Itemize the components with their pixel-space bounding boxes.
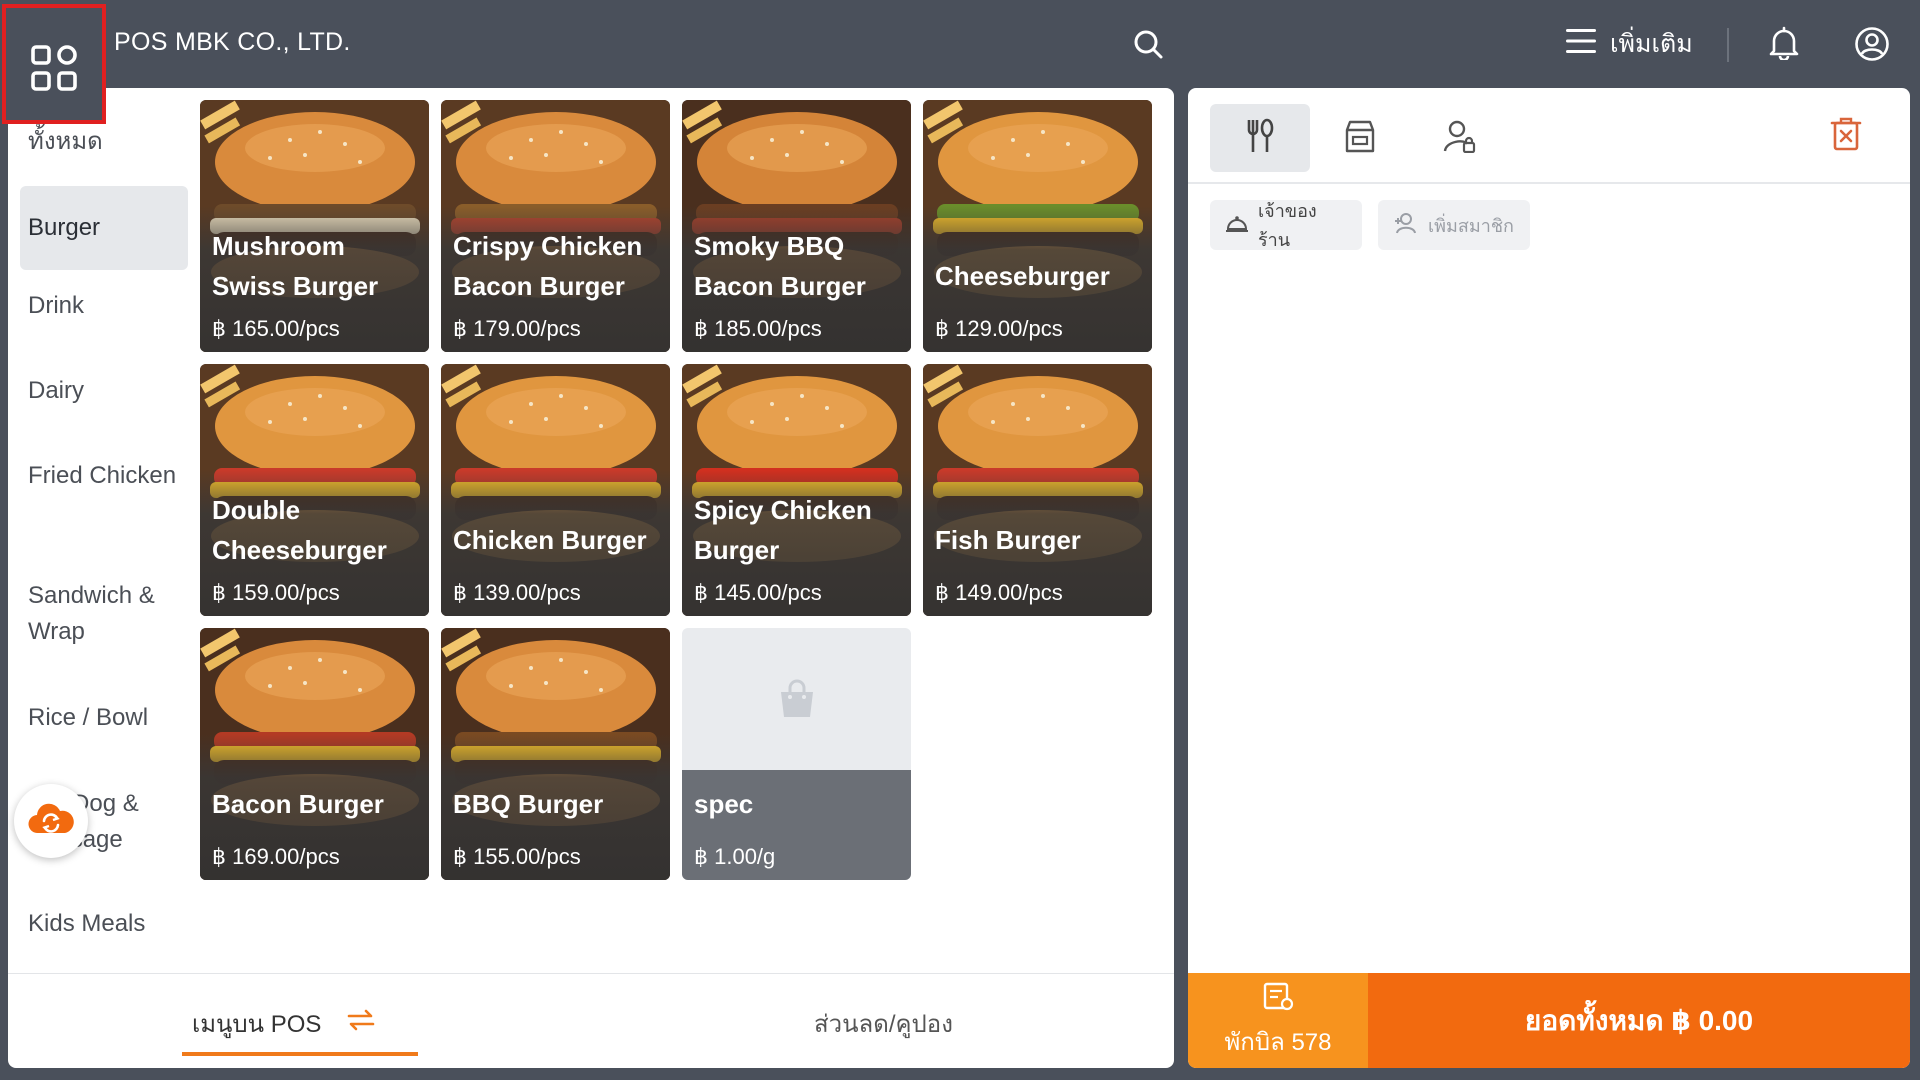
product-name: Double Cheeseburger [212,495,387,565]
clear-order-trash-icon[interactable] [1830,116,1862,157]
product-price: ฿ 145.00/pcs [694,580,822,605]
product-name: BBQ Burger [453,789,604,819]
product-price: ฿ 165.00/pcs [212,316,340,341]
active-tab-indicator [182,1052,418,1056]
product-card[interactable]: Fish Burger ฿ 149.00/pcs [923,364,1152,616]
product-price: ฿ 185.00/pcs [694,316,822,341]
cloud-sync-icon [28,801,74,842]
mode-dine-in[interactable] [1210,104,1310,172]
category-drink[interactable]: Drink [20,288,188,324]
product-price: ฿ 169.00/pcs [212,844,340,869]
shopping-bag-icon [776,678,818,725]
user-circle-icon[interactable] [1854,26,1890,67]
store-owner-label: เจ้าของร้าน [1258,201,1317,250]
total-checkout-button[interactable]: ยอดทั้งหมด ฿ 0.00 [1368,973,1910,1068]
apps-grid-button[interactable] [2,4,106,124]
more-label: เพิ่มเติม [1610,30,1693,58]
product-name: Chicken Burger [453,525,647,555]
product-name: Smoky BBQ Bacon Burger [694,231,866,301]
more-menu-button[interactable]: เพิ่มเติม [1566,22,1693,66]
mode-customer[interactable] [1410,104,1510,172]
cloche-icon [1226,213,1248,238]
product-name: Spicy Chicken Burger [694,495,872,565]
menu-panel: ทั้งหมด Burger Drink Dairy Fried Chicken… [8,88,1174,1068]
order-panel: เจ้าของร้าน เพิ่มสมาชิก พักบิล 578 ยอดทั… [1188,88,1910,1068]
customer-icon [1443,119,1477,158]
category-kids-meals[interactable]: Kids Meals [20,906,188,942]
tab-pos-menu-label: เมนูบน POS [192,1011,322,1038]
search-icon[interactable] [1132,28,1164,65]
category-fried-chicken[interactable]: Fried Chicken [20,458,188,494]
order-mode-bar [1188,88,1910,184]
product-name: Fish Burger [935,525,1081,555]
hold-bill-label: พักบิล 578 [1224,1028,1332,1056]
product-card[interactable]: Smoky BBQ Bacon Burger ฿ 185.00/pcs [682,100,911,352]
tab-pos-menu[interactable]: เมนูบน POS [192,1004,375,1043]
dine-in-icon [1245,118,1275,159]
product-card[interactable]: BBQ Burger ฿ 155.00/pcs [441,628,670,880]
category-dairy[interactable]: Dairy [20,373,188,409]
mode-takeaway[interactable] [1310,104,1410,172]
divider [1727,28,1729,62]
product-card[interactable]: Chicken Burger ฿ 139.00/pcs [441,364,670,616]
product-name: spec [694,789,754,819]
product-card[interactable]: Crispy Chicken Bacon Burger ฿ 179.00/pcs [441,100,670,352]
product-card[interactable]: Double Cheeseburger ฿ 159.00/pcs [200,364,429,616]
bell-icon[interactable] [1768,26,1800,65]
brand-name: POS MBK CO., LTD. [114,28,351,56]
category-rice-bowl[interactable]: Rice / Bowl [20,700,188,736]
top-bar: POS MBK CO., LTD. เพิ่มเติม [0,0,1920,88]
product-price: ฿ 159.00/pcs [212,580,340,605]
menu-footer: เมนูบน POS ส่วนลด/คูปอง [8,973,1174,1068]
hold-bill-button[interactable]: พักบิล 578 [1188,973,1368,1068]
menu-icon [1566,28,1596,61]
product-price: ฿ 139.00/pcs [453,580,581,605]
add-member-chip[interactable]: เพิ่มสมาชิก [1378,200,1530,250]
product-card[interactable]: Bacon Burger ฿ 169.00/pcs [200,628,429,880]
product-price: ฿ 1.00/g [694,844,776,869]
tab-discount-coupon[interactable]: ส่วนลด/คูปอง [814,1004,953,1043]
product-card[interactable]: Spicy Chicken Burger ฿ 145.00/pcs [682,364,911,616]
product-card[interactable]: spec ฿ 1.00/g [682,628,911,880]
add-member-icon [1394,212,1418,239]
takeaway-bag-icon [1344,118,1376,159]
category-burger[interactable]: Burger [20,186,188,270]
product-price: ฿ 179.00/pcs [453,316,581,341]
product-card[interactable]: Mushroom Swiss Burger ฿ 165.00/pcs [200,100,429,352]
product-card[interactable]: Cheeseburger ฿ 129.00/pcs [923,100,1152,352]
receipt-icon [1262,981,1294,1018]
apps-grid-icon [30,44,78,97]
product-name: Cheeseburger [935,261,1110,291]
product-name: Mushroom Swiss Burger [212,231,379,301]
category-all[interactable]: ทั้งหมด [20,124,188,160]
product-price: ฿ 129.00/pcs [935,316,1063,341]
category-sandwich-wrap[interactable]: Sandwich & Wrap [20,578,188,650]
swap-arrows-icon[interactable] [347,1008,375,1039]
product-name: Bacon Burger [212,789,384,819]
product-price: ฿ 155.00/pcs [453,844,581,869]
cloud-sync-button[interactable] [14,784,88,858]
store-owner-chip[interactable]: เจ้าของร้าน [1210,200,1362,250]
add-member-label: เพิ่มสมาชิก [1428,215,1514,236]
product-name: Crispy Chicken Bacon Burger [453,231,643,301]
product-price: ฿ 149.00/pcs [935,580,1063,605]
